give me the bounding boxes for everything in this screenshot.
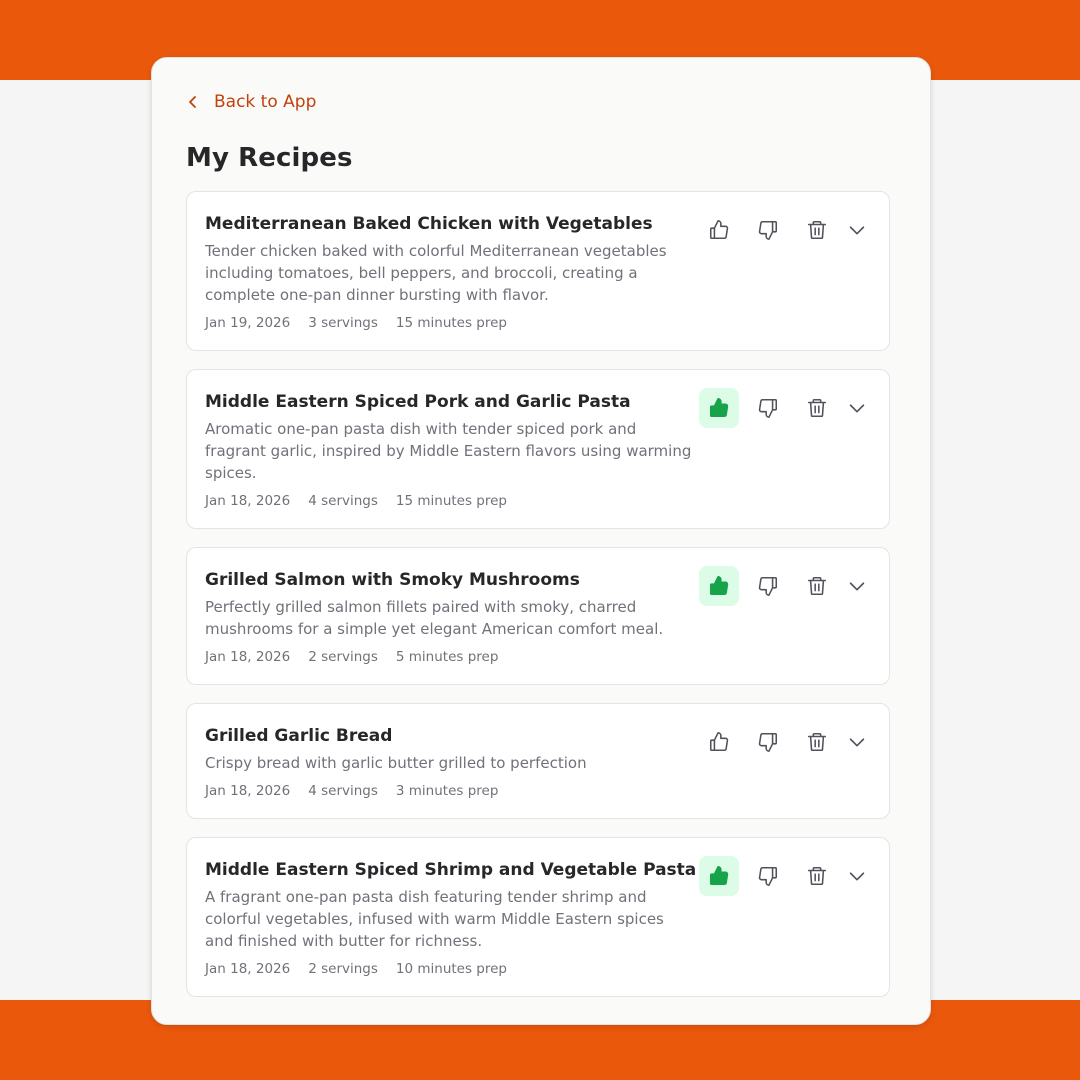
thumbs-down-icon <box>758 866 778 886</box>
recipe-meta: Jan 18, 2026 4 servings 15 minutes prep <box>205 491 869 511</box>
expand-button[interactable] <box>843 388 871 428</box>
delete-button[interactable] <box>797 388 837 428</box>
delete-button[interactable] <box>797 210 837 250</box>
chevron-down-icon <box>849 404 865 413</box>
recipe-card[interactable]: Grilled Garlic Bread Crispy bread with g… <box>186 703 890 819</box>
recipe-prep-time: 10 minutes prep <box>395 961 507 977</box>
recipe-card[interactable]: Middle Eastern Spiced Pork and Garlic Pa… <box>186 369 890 529</box>
like-button[interactable] <box>699 856 739 896</box>
chevron-down-icon <box>849 226 865 235</box>
dislike-button[interactable] <box>748 210 788 250</box>
recipe-servings: 4 servings <box>308 783 378 799</box>
trash-icon <box>807 220 827 240</box>
expand-button[interactable] <box>843 566 871 606</box>
back-to-app-link[interactable]: Back to App <box>186 88 890 116</box>
dislike-button[interactable] <box>748 566 788 606</box>
thumbs-up-icon <box>709 866 729 886</box>
page-title: My Recipes <box>186 143 353 173</box>
recipe-description: Crispy bread with garlic butter grilled … <box>205 754 587 772</box>
recipe-prep-time: 3 minutes prep <box>395 783 499 799</box>
trash-icon <box>807 732 827 752</box>
expand-button[interactable] <box>843 210 871 250</box>
recipe-card[interactable]: Grilled Salmon with Smoky Mushrooms Perf… <box>186 547 890 685</box>
chevron-down-icon <box>849 738 865 747</box>
trash-icon <box>807 866 827 886</box>
expand-button[interactable] <box>843 722 871 762</box>
recipe-description: Tender chicken baked with colorful Medit… <box>205 242 667 304</box>
recipe-description: A fragrant one-pan pasta dish featuring … <box>205 888 664 950</box>
recipe-meta: Jan 18, 2026 2 servings 10 minutes prep <box>205 959 869 979</box>
recipe-description: Aromatic one-pan pasta dish with tender … <box>205 420 692 482</box>
recipe-meta: Jan 19, 2026 3 servings 15 minutes prep <box>205 313 869 333</box>
thumbs-down-icon <box>758 398 778 418</box>
recipe-servings: 4 servings <box>308 493 378 509</box>
recipe-card[interactable]: Middle Eastern Spiced Shrimp and Vegetab… <box>186 837 890 997</box>
recipe-list: Mediterranean Baked Chicken with Vegetab… <box>186 191 890 997</box>
recipe-actions <box>690 856 871 896</box>
recipe-servings: 2 servings <box>308 649 378 665</box>
expand-button[interactable] <box>843 856 871 896</box>
thumbs-up-icon <box>709 732 729 752</box>
recipe-actions <box>690 566 871 606</box>
chevron-down-icon <box>849 872 865 881</box>
thumbs-up-icon <box>709 220 729 240</box>
recipe-actions <box>690 722 871 762</box>
recipe-date: Jan 18, 2026 <box>205 649 291 665</box>
recipe-meta: Jan 18, 2026 4 servings 3 minutes prep <box>205 781 869 801</box>
dislike-button[interactable] <box>748 856 788 896</box>
thumbs-down-icon <box>758 576 778 596</box>
recipes-panel: Back to App My Recipes Mediterranean Bak… <box>151 57 931 1025</box>
dislike-button[interactable] <box>748 722 788 762</box>
like-button[interactable] <box>699 566 739 606</box>
trash-icon <box>807 576 827 596</box>
thumbs-down-icon <box>758 220 778 240</box>
delete-button[interactable] <box>797 856 837 896</box>
recipe-prep-time: 5 minutes prep <box>395 649 499 665</box>
dislike-button[interactable] <box>748 388 788 428</box>
recipe-prep-time: 15 minutes prep <box>395 315 507 331</box>
thumbs-up-icon <box>709 398 729 418</box>
recipe-prep-time: 15 minutes prep <box>395 493 507 509</box>
chevron-left-icon <box>186 95 200 109</box>
delete-button[interactable] <box>797 566 837 606</box>
delete-button[interactable] <box>797 722 837 762</box>
back-to-app-label: Back to App <box>214 92 317 112</box>
like-button[interactable] <box>699 722 739 762</box>
chevron-down-icon <box>849 582 865 591</box>
recipe-servings: 2 servings <box>308 961 378 977</box>
recipe-servings: 3 servings <box>308 315 378 331</box>
recipe-date: Jan 18, 2026 <box>205 493 291 509</box>
like-button[interactable] <box>699 388 739 428</box>
recipe-card[interactable]: Mediterranean Baked Chicken with Vegetab… <box>186 191 890 351</box>
like-button[interactable] <box>699 210 739 250</box>
trash-icon <box>807 398 827 418</box>
recipe-description: Perfectly grilled salmon fillets paired … <box>205 598 664 638</box>
recipe-actions <box>690 388 871 428</box>
recipe-date: Jan 19, 2026 <box>205 315 291 331</box>
recipe-date: Jan 18, 2026 <box>205 961 291 977</box>
thumbs-down-icon <box>758 732 778 752</box>
recipe-meta: Jan 18, 2026 2 servings 5 minutes prep <box>205 647 869 667</box>
recipe-actions <box>690 210 871 250</box>
recipe-date: Jan 18, 2026 <box>205 783 291 799</box>
thumbs-up-icon <box>709 576 729 596</box>
